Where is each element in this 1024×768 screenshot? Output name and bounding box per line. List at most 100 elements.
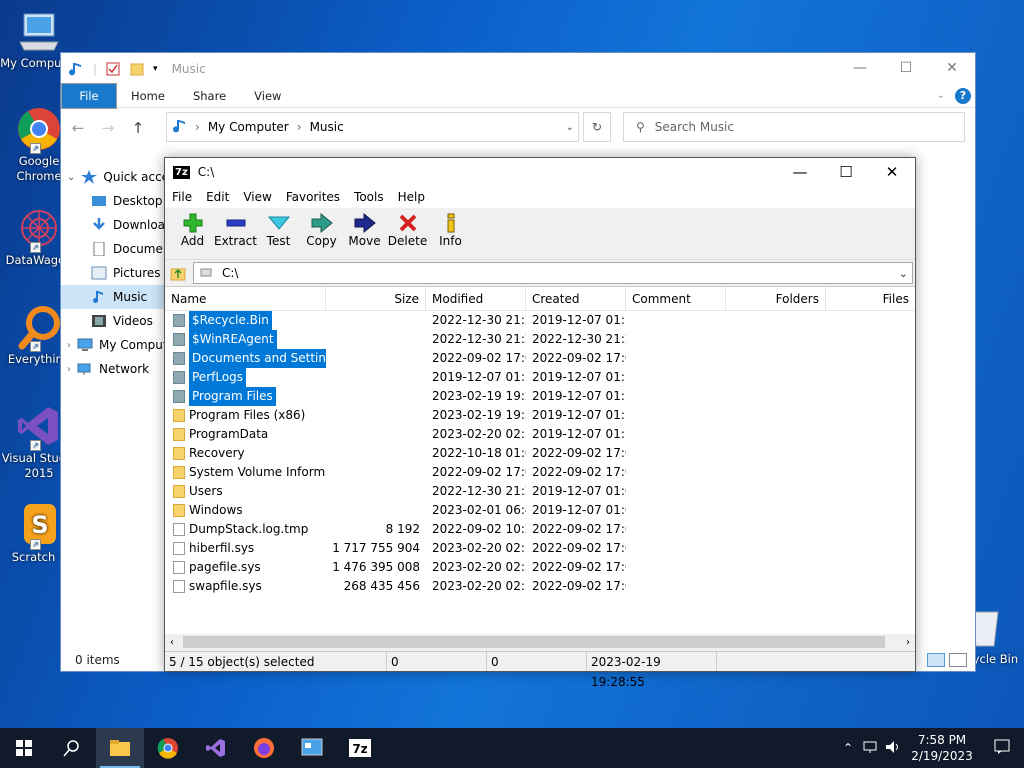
close-button[interactable]: ✕ <box>929 53 975 83</box>
tab-home[interactable]: Home <box>117 84 179 108</box>
menu-favorites[interactable]: Favorites <box>279 186 347 208</box>
scroll-left-icon[interactable]: ‹ <box>170 637 174 648</box>
table-row[interactable]: Documents and Settings 2022-09-02 17:09 20… <box>165 349 915 368</box>
cell-modified: 2023-02-19 19:39 <box>432 408 526 422</box>
back-arrow-icon[interactable]: ← <box>67 119 89 137</box>
table-row[interactable]: Users 2022-12-30 21:20 2019-12-07 01:03 <box>165 482 915 501</box>
nav-item-desktop[interactable]: Desktop <box>61 189 165 213</box>
table-row[interactable]: System Volume Informa... 2022-09-02 17:09… <box>165 463 915 482</box>
visual-studio-icon[interactable] <box>192 728 240 768</box>
tab-file[interactable]: File <box>61 82 117 109</box>
nav-item-quick-access[interactable]: ⌄ Quick access <box>61 165 165 189</box>
column-name[interactable]: Name <box>165 287 326 310</box>
maximize-button[interactable]: ☐ <box>823 158 869 186</box>
new-folder-icon[interactable] <box>129 61 145 77</box>
volume-icon[interactable] <box>882 740 904 757</box>
details-view-icon[interactable] <box>927 653 945 667</box>
column-files[interactable]: Files <box>826 287 915 310</box>
table-row[interactable]: pagefile.sys 1 476 395 008 2023-02-20 02:3… <box>165 558 915 577</box>
address-dropdown-icon[interactable]: ⌄ <box>566 122 578 133</box>
chevron-down-icon: ⌄ <box>67 171 76 183</box>
table-row[interactable]: Program Files 2023-02-19 19:28 2019-12-07 … <box>165 387 915 406</box>
cell-modified: 2022-12-30 21:22 <box>432 332 526 346</box>
minimize-button[interactable]: — <box>837 53 883 83</box>
7zip-icon[interactable]: 7z <box>336 728 384 768</box>
path-input[interactable]: C:\ ⌄ <box>193 262 913 284</box>
nav-item-documents[interactable]: Documents <box>61 237 165 261</box>
move-button[interactable]: Move <box>343 208 386 259</box>
expand-ribbon-icon[interactable]: ⌄ <box>937 90 945 101</box>
close-button[interactable]: ✕ <box>869 158 915 186</box>
properties-icon[interactable] <box>105 61 121 77</box>
search-icon[interactable] <box>48 728 96 768</box>
nav-item-pictures[interactable]: Pictures <box>61 261 165 285</box>
chevron-down-icon[interactable]: ⌄ <box>899 267 908 280</box>
minimize-button[interactable]: — <box>777 158 823 186</box>
nav-item-videos[interactable]: Videos <box>61 309 165 333</box>
column-size[interactable]: Size <box>326 287 426 310</box>
menu-help[interactable]: Help <box>391 186 432 208</box>
notifications-icon[interactable] <box>980 739 1024 758</box>
horizontal-scrollbar[interactable]: ‹ › <box>165 634 915 650</box>
column-comment[interactable]: Comment <box>626 287 726 310</box>
table-row[interactable]: swapfile.sys 268 435 456 2023-02-20 02:33 2… <box>165 577 915 596</box>
extract-button[interactable]: Extract <box>214 208 257 259</box>
nav-item-downloads[interactable]: Downloads <box>61 213 165 237</box>
nav-item-music[interactable]: Music <box>61 285 165 309</box>
info-button[interactable]: Info <box>429 208 472 259</box>
menu-file[interactable]: File <box>165 186 199 208</box>
search-input[interactable]: ⚲ Search Music <box>623 112 965 142</box>
table-row[interactable]: DumpStack.log.tmp 8 192 2022-09-02 10:21 20… <box>165 520 915 539</box>
clock[interactable]: 7:58 PM 2/19/2023 <box>904 732 980 764</box>
control-panel-icon[interactable] <box>288 728 336 768</box>
add-button[interactable]: Add <box>171 208 214 259</box>
large-icons-view-icon[interactable] <box>949 653 967 667</box>
table-row[interactable]: PerfLogs 2019-12-07 01:14 2019-12-07 01:14 <box>165 368 915 387</box>
menu-view[interactable]: View <box>236 186 278 208</box>
column-created[interactable]: Created <box>526 287 626 310</box>
cell-name: Program Files <box>165 387 326 406</box>
toolbar-label: Copy <box>306 234 337 248</box>
nav-item-my-computer[interactable]: › My Computer <box>61 333 165 357</box>
file-explorer-icon[interactable] <box>96 728 144 768</box>
table-row[interactable]: Windows 2023-02-01 06:43 2019-12-07 01:03 <box>165 501 915 520</box>
nav-item-network[interactable]: › Network <box>61 357 165 381</box>
chrome-icon[interactable] <box>144 728 192 768</box>
table-row[interactable]: Recovery 2022-10-18 01:05 2022-09-02 17:09 <box>165 444 915 463</box>
scrollbar-thumb[interactable] <box>183 636 885 648</box>
cell-modified: 2023-02-20 02:33 <box>432 427 526 441</box>
menu-edit[interactable]: Edit <box>199 186 236 208</box>
table-row[interactable]: ProgramData 2023-02-20 02:33 2019-12-07 01… <box>165 425 915 444</box>
desktop-icon-label: Google Chrome <box>16 154 62 183</box>
navigation-pane: ⌄ Quick access Desktop Downloads Documen… <box>61 165 165 381</box>
help-icon[interactable]: ? <box>955 87 971 104</box>
menu-tools[interactable]: Tools <box>347 186 391 208</box>
address-bar[interactable]: › My Computer › Music ⌄ <box>166 112 579 142</box>
copy-button[interactable]: Copy <box>300 208 343 259</box>
network-tray-icon[interactable] <box>860 740 882 757</box>
column-folders[interactable]: Folders <box>726 287 826 310</box>
forward-arrow-icon[interactable]: → <box>97 119 119 137</box>
cell-created: 2022-09-02 17:06 <box>532 560 626 574</box>
chevron-up-icon[interactable]: ⌃ <box>836 741 860 755</box>
quick-access-dropdown-icon[interactable]: ▾ <box>153 64 158 74</box>
start-icon[interactable] <box>0 728 48 768</box>
cell-size: 268 435 456 <box>343 579 420 593</box>
scroll-right-icon[interactable]: › <box>906 637 910 648</box>
table-row[interactable]: $Recycle.Bin 2022-12-30 21:21 2019-12-07 0… <box>165 311 915 330</box>
table-row[interactable]: Program Files (x86) 2023-02-19 19:39 2019-… <box>165 406 915 425</box>
breadcrumb-music[interactable]: Music <box>310 120 344 134</box>
parent-folder-icon[interactable] <box>169 264 187 282</box>
breadcrumb-my-computer[interactable]: My Computer <box>208 120 289 134</box>
test-button[interactable]: Test <box>257 208 300 259</box>
tab-view[interactable]: View <box>240 84 295 108</box>
column-modified[interactable]: Modified <box>426 287 526 310</box>
table-row[interactable]: hiberfil.sys 1 717 755 904 2023-02-20 02:3… <box>165 539 915 558</box>
table-row[interactable]: $WinREAgent 2022-12-30 21:22 2022-12-30 21… <box>165 330 915 349</box>
maximize-button[interactable]: ☐ <box>883 53 929 83</box>
delete-button[interactable]: Delete <box>386 208 429 259</box>
up-arrow-icon[interactable]: ↑ <box>127 119 149 137</box>
tab-share[interactable]: Share <box>179 84 240 108</box>
firefox-icon[interactable] <box>240 728 288 768</box>
refresh-icon[interactable]: ↻ <box>583 112 611 142</box>
